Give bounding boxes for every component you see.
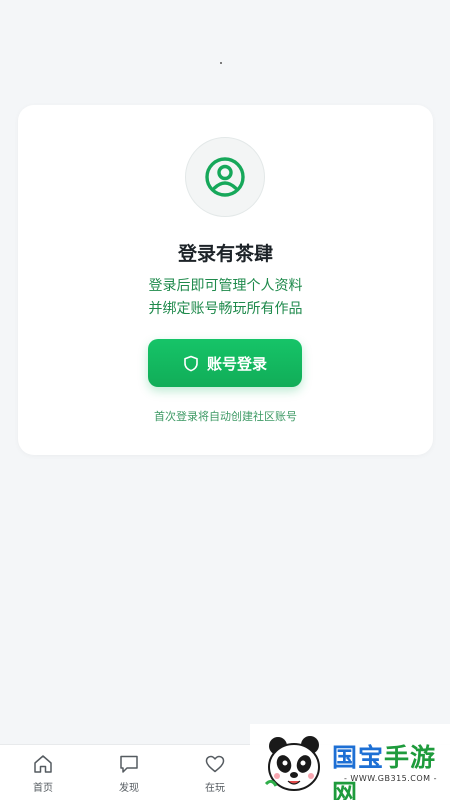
avatar bbox=[185, 137, 265, 217]
tab-label: 发现 bbox=[119, 782, 139, 794]
tab-home[interactable]: 首页 bbox=[0, 745, 86, 800]
login-button-label: 账号登录 bbox=[206, 355, 267, 373]
tab-label: 首页 bbox=[33, 782, 53, 794]
tab-label: 在玩 bbox=[205, 782, 225, 794]
watermark-brand-part: 国宝 bbox=[332, 743, 385, 772]
tab-playing[interactable]: 在玩 bbox=[172, 745, 258, 800]
tab-discover[interactable]: 发现 bbox=[86, 745, 172, 800]
card-title: 登录有茶肆 bbox=[177, 243, 273, 265]
description-line: 并绑定账号畅玩所有作品 bbox=[148, 301, 303, 317]
home-icon bbox=[34, 754, 52, 773]
card-hint: 首次登录将自动创建社区账号 bbox=[154, 410, 297, 423]
watermark: 国宝手游网 - WWW.GB315.COM - bbox=[250, 724, 450, 800]
user-circle-icon bbox=[205, 157, 245, 197]
watermark-url: - WWW.GB315.COM - bbox=[344, 774, 437, 783]
account-login-button[interactable]: 账号登录 bbox=[148, 339, 302, 387]
shield-icon bbox=[184, 355, 198, 371]
heart-icon bbox=[205, 755, 225, 772]
status-dot bbox=[220, 62, 222, 64]
panda-logo bbox=[264, 736, 320, 791]
card-description: 登录后即可管理个人资料 并绑定账号畅玩所有作品 bbox=[18, 275, 433, 321]
watermark-brand: 国宝手游网 bbox=[332, 738, 450, 800]
description-line: 登录后即可管理个人资料 bbox=[148, 278, 303, 294]
chat-icon bbox=[120, 755, 138, 773]
login-card: 登录有茶肆 登录后即可管理个人资料 并绑定账号畅玩所有作品 账号登录 首次登录将… bbox=[18, 105, 433, 455]
